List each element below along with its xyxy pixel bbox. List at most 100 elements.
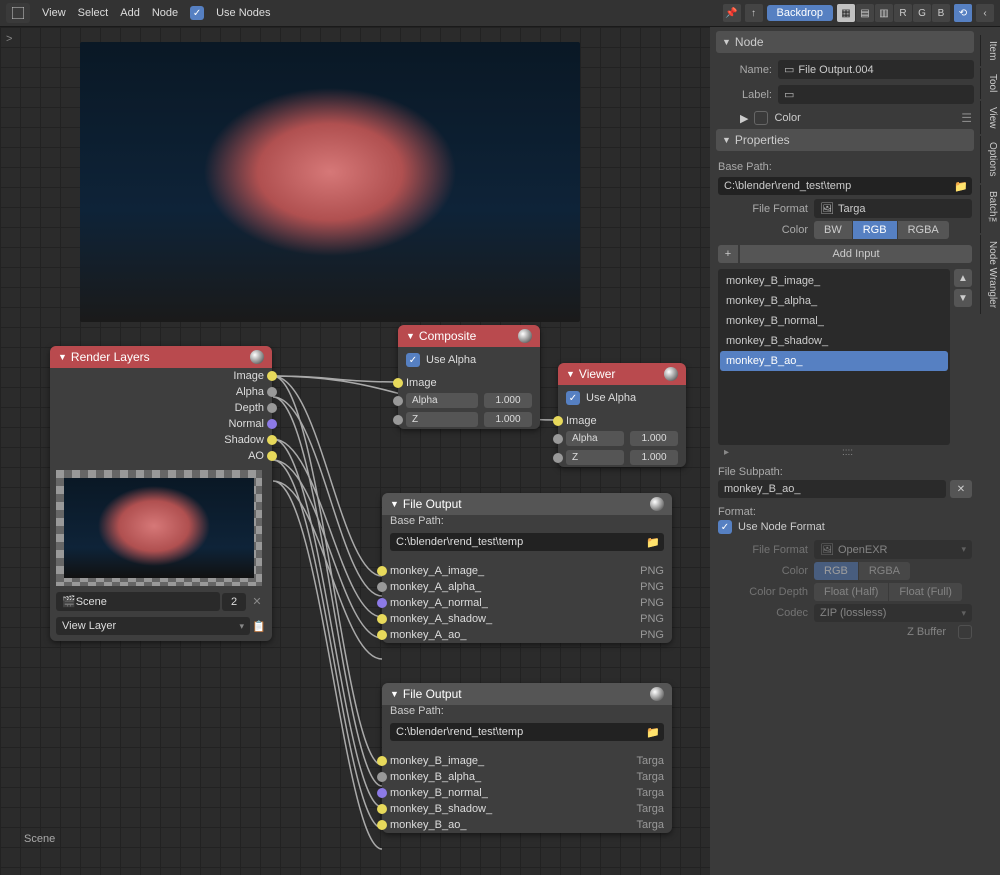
input-list-item[interactable]: monkey_B_ao_: [720, 351, 948, 371]
color-rgb-button[interactable]: RGB: [853, 221, 897, 239]
color-rgba-button[interactable]: RGBA: [898, 221, 949, 239]
channel-g[interactable]: G: [913, 4, 931, 22]
add-input-button[interactable]: + Add Input: [718, 245, 972, 263]
input-list-item[interactable]: monkey_B_normal_: [720, 311, 948, 331]
scene-field[interactable]: 🎬Scene: [56, 592, 220, 611]
node-editor-canvas[interactable]: > Scene ▼Render Layers ImageAlphaDepthNo…: [0, 27, 710, 875]
side-tab-batch-[interactable]: Batch™: [980, 185, 1000, 234]
move-up-icon[interactable]: ▲: [954, 269, 972, 287]
input-socket[interactable]: [377, 772, 387, 782]
collapse-icon[interactable]: ▼: [722, 37, 731, 47]
panel-header-node[interactable]: ▼Node: [716, 31, 974, 53]
folder-icon[interactable]: 📁: [646, 536, 660, 549]
list-resize-handle[interactable]: ▸::::: [718, 445, 972, 460]
collapse-icon[interactable]: ▶: [740, 112, 748, 125]
editor-type-dropdown[interactable]: [6, 3, 30, 23]
base-path-input[interactable]: C:\blender\rend_test\temp📁: [718, 177, 972, 195]
input-socket-alpha[interactable]: [393, 396, 403, 406]
channel-alpha2-icon[interactable]: ▥: [875, 4, 893, 22]
input-alpha-value[interactable]: 1.000: [630, 431, 678, 446]
label-input[interactable]: ▭: [778, 85, 974, 104]
output-socket-normal[interactable]: [267, 419, 277, 429]
name-input[interactable]: ▭File Output.004: [778, 60, 974, 79]
output-socket-image[interactable]: [267, 371, 277, 381]
input-z-value[interactable]: 1.000: [630, 450, 678, 465]
input-socket[interactable]: [377, 788, 387, 798]
side-tab-item[interactable]: Item: [980, 35, 1000, 66]
input-socket[interactable]: [377, 756, 387, 766]
node-file-output-a[interactable]: ▼File Output Base Path: C:\blender\rend_…: [382, 493, 672, 643]
file-format-dropdown[interactable]: 🖼Targa: [814, 199, 972, 218]
chevron-left-icon[interactable]: ‹: [976, 4, 994, 22]
output-socket-alpha[interactable]: [267, 387, 277, 397]
input-z-value[interactable]: 1.000: [484, 412, 532, 427]
collapse-icon[interactable]: ▼: [58, 352, 67, 362]
channel-image-icon[interactable]: ▦: [837, 4, 855, 22]
input-socket[interactable]: [377, 598, 387, 608]
side-tab-options[interactable]: Options: [980, 136, 1000, 182]
scene-unlink-icon[interactable]: ✕: [248, 595, 266, 608]
collapse-icon[interactable]: ▼: [390, 689, 399, 699]
channel-alpha-icon[interactable]: ▤: [856, 4, 874, 22]
preview-icon[interactable]: [650, 687, 664, 701]
channel-r[interactable]: R: [894, 4, 912, 22]
collapse-icon[interactable]: ▼: [566, 369, 575, 379]
input-alpha-value[interactable]: 1.000: [484, 393, 532, 408]
file-subpath-input[interactable]: monkey_B_ao_: [718, 480, 946, 498]
use-node-format-checkbox[interactable]: [718, 520, 732, 534]
input-list-item[interactable]: monkey_B_image_: [720, 271, 948, 291]
input-socket[interactable]: [377, 566, 387, 576]
clear-icon[interactable]: ✕: [950, 480, 972, 498]
input-socket[interactable]: [377, 820, 387, 830]
input-list-item[interactable]: monkey_B_alpha_: [720, 291, 948, 311]
menu-node[interactable]: Node: [152, 7, 178, 19]
node-file-output-b[interactable]: ▼File Output Base Path: C:\blender\rend_…: [382, 683, 672, 833]
use-alpha-checkbox[interactable]: [406, 353, 420, 367]
input-socket[interactable]: [377, 630, 387, 640]
side-tab-view[interactable]: View: [980, 101, 1000, 135]
collapse-icon[interactable]: ▼: [406, 331, 415, 341]
preview-icon[interactable]: [518, 329, 532, 343]
input-socket-z[interactable]: [553, 453, 563, 463]
folder-icon[interactable]: 📁: [646, 726, 660, 739]
input-list[interactable]: monkey_B_image_monkey_B_alpha_monkey_B_n…: [718, 269, 950, 445]
options-icon[interactable]: ☰: [961, 111, 972, 125]
use-nodes-checkbox[interactable]: [190, 6, 204, 20]
input-socket[interactable]: [377, 804, 387, 814]
view-layer-field[interactable]: View Layer▾: [56, 617, 250, 635]
channel-b[interactable]: B: [932, 4, 950, 22]
preview-icon[interactable]: [664, 367, 678, 381]
input-socket[interactable]: [377, 614, 387, 624]
collapse-icon[interactable]: ▼: [722, 135, 731, 145]
base-path-input[interactable]: C:\blender\rend_test\temp📁: [390, 533, 664, 551]
input-socket-image[interactable]: [393, 378, 403, 388]
collapse-icon[interactable]: ▼: [390, 499, 399, 509]
pin-icon[interactable]: 📌: [723, 4, 741, 22]
menu-select[interactable]: Select: [78, 7, 109, 19]
snap-icon[interactable]: ⟲: [954, 4, 972, 22]
scene-users[interactable]: 2: [222, 593, 246, 611]
color-bw-button[interactable]: BW: [814, 221, 852, 239]
input-socket-alpha[interactable]: [553, 434, 563, 444]
move-down-icon[interactable]: ▼: [954, 289, 972, 307]
backdrop-button[interactable]: Backdrop: [767, 5, 833, 21]
input-list-item[interactable]: monkey_B_shadow_: [720, 331, 948, 351]
node-render-layers[interactable]: ▼Render Layers ImageAlphaDepthNormalShad…: [50, 346, 272, 641]
use-alpha-checkbox[interactable]: [566, 391, 580, 405]
menu-view[interactable]: View: [42, 7, 66, 19]
output-socket-shadow[interactable]: [267, 435, 277, 445]
input-socket-z[interactable]: [393, 415, 403, 425]
preview-icon[interactable]: [650, 497, 664, 511]
output-socket-ao[interactable]: [267, 451, 277, 461]
base-path-input[interactable]: C:\blender\rend_test\temp📁: [390, 723, 664, 741]
preview-icon[interactable]: [250, 350, 264, 364]
render-icon[interactable]: 📋: [252, 619, 266, 633]
parent-icon[interactable]: ↑: [745, 4, 763, 22]
input-socket-image[interactable]: [553, 416, 563, 426]
color-checkbox[interactable]: [754, 111, 768, 125]
node-composite[interactable]: ▼Composite Use Alpha Image Alpha1.000 Z1…: [398, 325, 540, 429]
menu-add[interactable]: Add: [120, 7, 140, 19]
side-tab-node-wrangler[interactable]: Node Wrangler: [980, 235, 1000, 314]
side-tab-tool[interactable]: Tool: [980, 68, 1000, 98]
input-socket[interactable]: [377, 582, 387, 592]
